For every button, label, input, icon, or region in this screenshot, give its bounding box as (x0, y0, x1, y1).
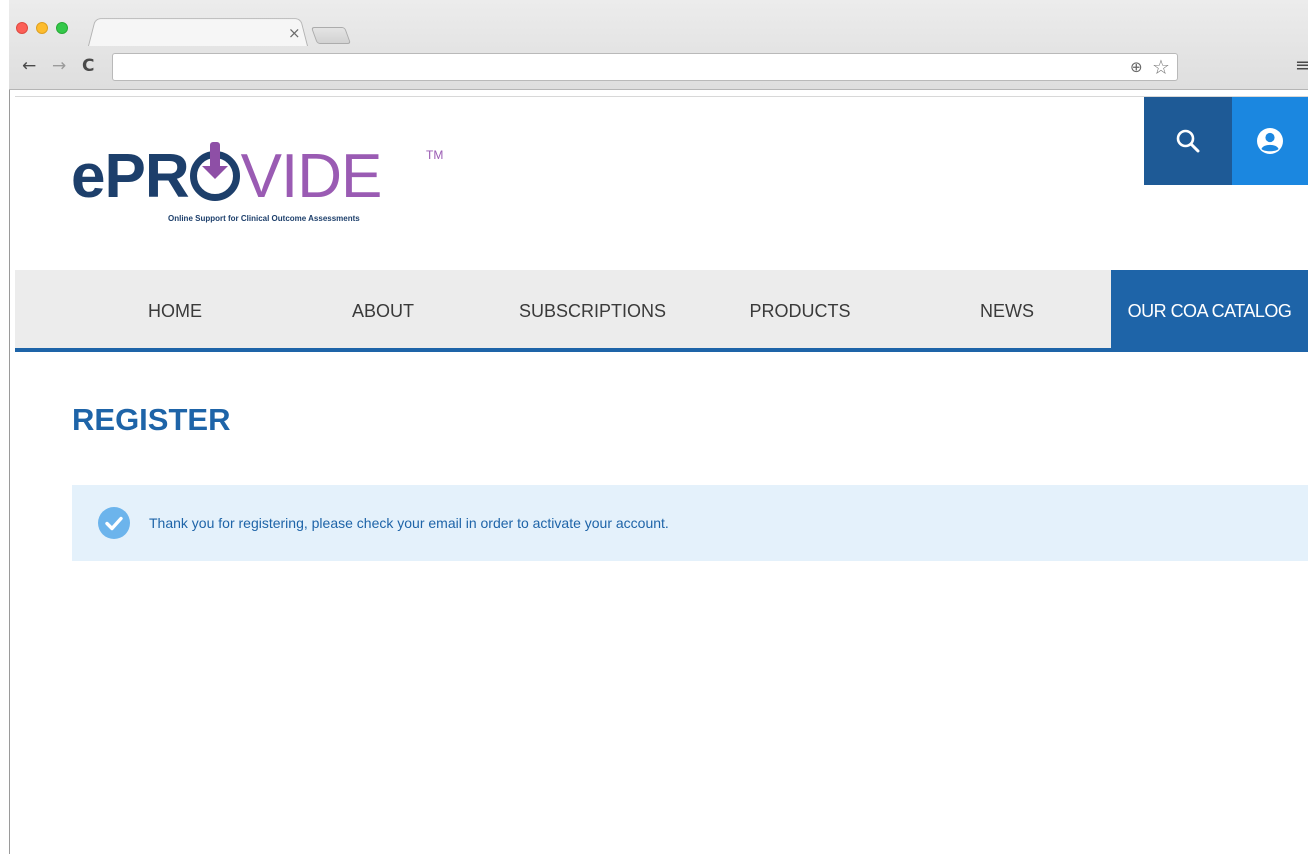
eprovide-logo[interactable]: ePR VIDE TM Online Support for Clinical O… (71, 142, 451, 234)
logo-e: e (71, 142, 105, 211)
tab-close-icon[interactable]: × (288, 24, 301, 42)
web-page: ePR VIDE TM Online Support for Clinical O… (15, 96, 1308, 854)
check-circle-icon (98, 507, 130, 539)
nav-item-subscriptions[interactable]: SUBSCRIPTIONS (510, 270, 675, 352)
search-icon (1176, 129, 1200, 153)
browser-tab[interactable] (88, 18, 308, 46)
search-button[interactable] (1144, 97, 1232, 185)
new-tab-button[interactable] (310, 27, 352, 44)
success-alert: Thank you for registering, please check … (72, 485, 1308, 561)
logo-wordmark: ePR VIDE (71, 142, 451, 211)
logo-trademark: TM (426, 148, 444, 162)
page-divider (15, 96, 1308, 97)
nav-item-about[interactable]: ABOUT (313, 270, 453, 352)
logo-tagline: Online Support for Clinical Outcome Asse… (168, 214, 360, 223)
back-icon[interactable]: ← (22, 56, 36, 76)
user-account-button[interactable] (1232, 97, 1308, 185)
main-nav: HOME ABOUT SUBSCRIPTIONS PRODUCTS NEWS O… (15, 270, 1308, 352)
browser-menu-icon[interactable]: ≡ (1295, 56, 1308, 76)
page-title: REGISTER (72, 402, 231, 437)
forward-icon[interactable]: → (52, 56, 66, 76)
nav-item-products[interactable]: PRODUCTS (730, 270, 870, 352)
reload-icon[interactable]: C (82, 56, 94, 76)
nav-item-news[interactable]: NEWS (937, 270, 1077, 352)
minimize-window-button[interactable] (36, 22, 48, 34)
nav-item-home[interactable]: HOME (105, 270, 245, 352)
window-edge (0, 0, 9, 854)
nav-item-coa-catalog[interactable]: OUR COA CATALOG (1111, 270, 1308, 352)
zoom-window-button[interactable] (56, 22, 68, 34)
close-window-button[interactable] (16, 22, 28, 34)
user-icon (1257, 128, 1283, 154)
zoom-icon[interactable]: ⊕ (1130, 58, 1143, 76)
alert-message: Thank you for registering, please check … (149, 515, 669, 531)
address-bar[interactable] (112, 53, 1178, 81)
logo-download-icon (189, 142, 240, 201)
logo-vide: VIDE (240, 142, 383, 211)
logo-pr: PR (104, 142, 189, 211)
bookmark-star-icon[interactable]: ☆ (1152, 55, 1170, 79)
